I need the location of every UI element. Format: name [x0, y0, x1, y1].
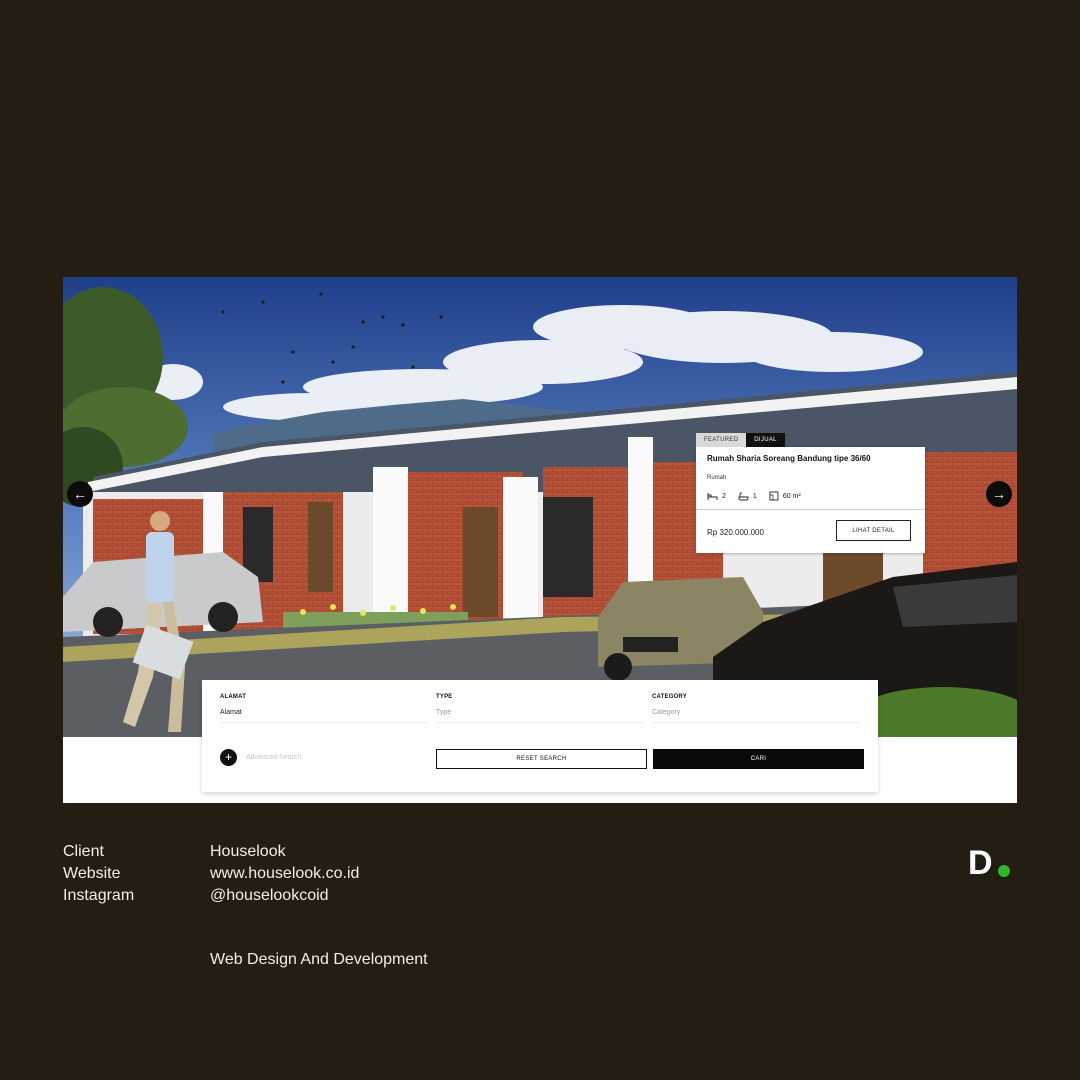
- category-field: CATEGORY Category: [652, 694, 860, 723]
- listing-price: Rp 320.000.000: [707, 528, 764, 537]
- client-label: Client: [63, 843, 104, 860]
- studio-logo: D: [968, 846, 1010, 880]
- plus-icon[interactable]: +: [220, 749, 237, 766]
- logo-letter: D: [968, 844, 993, 882]
- bath-icon: [738, 492, 749, 500]
- listing-badges: FEATURED DIJUAL: [696, 433, 785, 447]
- for-sale-badge: DIJUAL: [746, 433, 785, 447]
- view-detail-button[interactable]: LIHAT DETAIL: [836, 520, 911, 541]
- info-labels: Client Website Instagram: [63, 841, 134, 907]
- client-value: Houselook: [210, 843, 286, 860]
- alamat-input[interactable]: Alamat: [220, 709, 428, 723]
- website-label: Website: [63, 865, 121, 882]
- next-slide-button[interactable]: →: [986, 481, 1012, 507]
- instagram-label: Instagram: [63, 887, 135, 904]
- reset-search-button[interactable]: RESET SEARCH: [436, 749, 647, 769]
- listing-card: FEATURED DIJUAL Rumah Sharia Soreang Ban…: [696, 433, 925, 553]
- listing-type: Rumah: [707, 475, 727, 481]
- area-feature: 60 m²: [769, 491, 801, 501]
- hero-slider: ← → FEATURED DIJUAL Rumah Sharia Soreang…: [63, 277, 1017, 737]
- prev-slide-button[interactable]: ←: [67, 481, 93, 507]
- category-label: CATEGORY: [652, 694, 687, 700]
- bathroom-count: 1: [752, 492, 757, 500]
- card-divider: [696, 509, 925, 510]
- showcase-frame: ← → FEATURED DIJUAL Rumah Sharia Soreang…: [63, 277, 1017, 803]
- search-submit-button[interactable]: CARI: [653, 749, 864, 769]
- bed-icon: [707, 492, 718, 500]
- listing-features: 2 1 60 m²: [707, 491, 807, 501]
- bedroom-feature: 2: [707, 492, 726, 501]
- area-value: 60 m²: [782, 492, 801, 500]
- arrow-left-icon: ←: [73, 486, 87, 502]
- type-input[interactable]: Type: [436, 709, 644, 723]
- type-field: TYPE Type: [436, 694, 644, 723]
- advanced-search-toggle[interactable]: + Advanced Search: [220, 749, 301, 766]
- info-values: Houselook www.houselook.co.id @houselook…: [210, 841, 359, 907]
- area-icon: [769, 491, 779, 501]
- instagram-value[interactable]: @houselookcoid: [210, 885, 359, 907]
- featured-badge: FEATURED: [696, 433, 747, 447]
- service-description: Web Design And Development: [210, 951, 428, 968]
- bedroom-count: 2: [722, 492, 726, 500]
- category-input[interactable]: Category: [652, 709, 860, 723]
- advanced-search-label[interactable]: Advanced Search: [246, 754, 301, 761]
- search-panel: ALAMAT Alamat TYPE Type CATEGORY Categor…: [202, 680, 878, 792]
- type-label: TYPE: [436, 694, 453, 700]
- alamat-label: ALAMAT: [220, 694, 247, 700]
- arrow-right-icon: →: [992, 486, 1006, 502]
- logo-dot-icon: [997, 865, 1010, 877]
- bathroom-feature: 1: [738, 492, 757, 501]
- listing-title[interactable]: Rumah Sharia Soreang Bandung tipe 36/60: [707, 454, 871, 463]
- website-value[interactable]: www.houselook.co.id: [210, 863, 359, 885]
- alamat-field: ALAMAT Alamat: [220, 694, 428, 723]
